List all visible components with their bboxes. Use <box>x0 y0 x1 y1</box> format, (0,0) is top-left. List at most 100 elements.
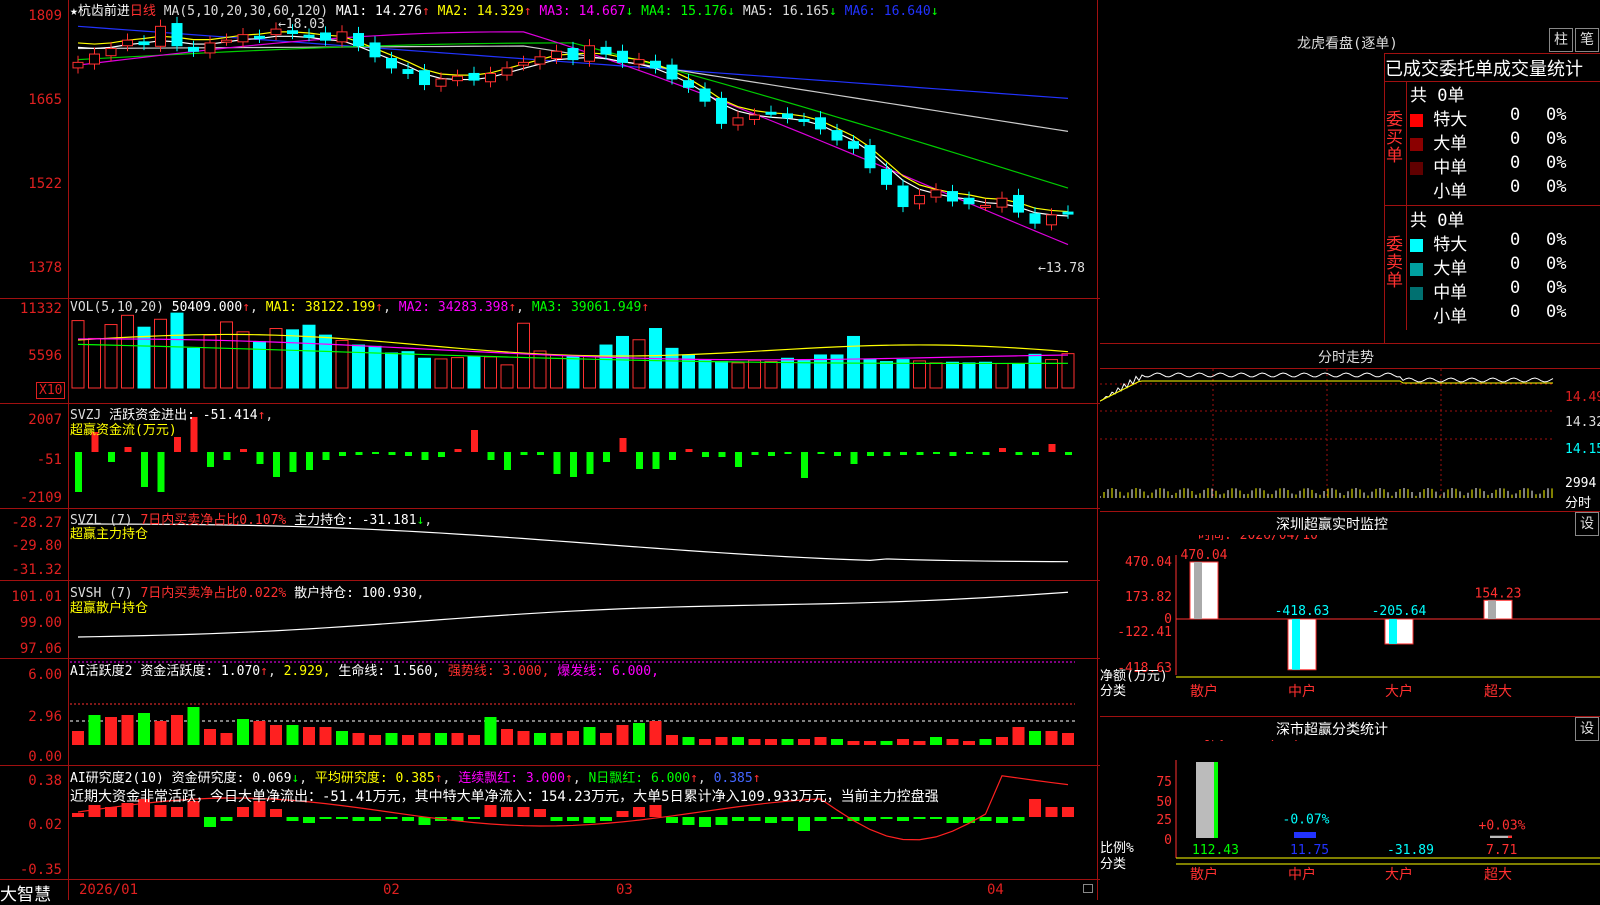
net-bar-shade <box>1194 562 1202 619</box>
research-bar <box>633 807 645 817</box>
candle <box>864 145 876 169</box>
activity-bar <box>270 725 282 745</box>
main-chart-area[interactable]: ★杭齿前进日线 MA(5,10,20,30,60,120) MA1: 14.27… <box>0 0 1100 905</box>
fundflow-bar <box>322 452 330 460</box>
order-count: 0 <box>1510 254 1521 274</box>
order-count: 0 <box>1510 302 1521 322</box>
volume-bar <box>616 335 629 389</box>
research-bar <box>748 817 761 821</box>
classify-settings-button[interactable]: 设 <box>1575 717 1599 741</box>
research-bar <box>682 817 695 825</box>
bar-value: 470.04 <box>1181 548 1228 563</box>
intraday-chart[interactable] <box>1100 369 1600 511</box>
volume-bar <box>863 359 877 389</box>
svzj-sub: 超赢资金流(万元) <box>70 423 177 438</box>
fenshi-tick: 2994 <box>1565 476 1597 491</box>
activity-bar <box>946 739 959 745</box>
order-type: 大单 <box>1433 134 1468 154</box>
bar-value: -418.63 <box>1275 604 1330 619</box>
order-count: 0 <box>1510 129 1521 149</box>
bar-mode-button[interactable]: 柱 <box>1549 28 1573 52</box>
category-label: 中户 <box>1288 866 1316 883</box>
order-row: 大单 0 0% <box>1410 254 1600 279</box>
fundflow-bar <box>933 452 940 454</box>
color-swatch <box>1410 161 1423 175</box>
ai1-strong: 强势线: 3.000, <box>447 664 550 679</box>
buy-side-label: 委买单 <box>1386 110 1403 166</box>
activity-bar <box>204 729 216 745</box>
candle <box>534 56 546 65</box>
svzj-tick: -2109 <box>19 490 62 506</box>
research-bar <box>864 817 876 821</box>
volume-bar <box>1061 353 1075 389</box>
volume-bar <box>170 312 184 389</box>
candle <box>402 69 414 74</box>
research-bar <box>204 817 216 827</box>
fundflow-bar <box>108 452 115 462</box>
activity-bar <box>171 715 183 745</box>
volume-bar <box>550 354 563 389</box>
vol-ma3: MA3: 39061.949 <box>531 300 642 315</box>
order-row: 小单 0 0% <box>1410 302 1600 327</box>
fundflow-bar <box>1048 444 1056 452</box>
fundflow-bar <box>1015 452 1023 455</box>
research-bar <box>1062 807 1074 817</box>
research-bar <box>814 817 827 821</box>
research-bar <box>319 817 332 819</box>
activity-bar <box>699 739 711 745</box>
sell-total: 共 0单 <box>1410 211 1465 231</box>
research-bar <box>1012 817 1025 821</box>
activity-bar <box>517 731 530 745</box>
fundflow-bar <box>240 449 247 452</box>
candle <box>831 130 843 141</box>
activity-bar <box>930 737 942 745</box>
candle <box>683 80 694 88</box>
research-bar <box>1045 807 1058 817</box>
tick-mode-button[interactable]: 笔 <box>1575 28 1599 52</box>
research-bar <box>567 817 579 821</box>
fundflow-bar <box>603 452 610 462</box>
ai2-continuous: 连续飘红: 3.000 <box>458 771 565 786</box>
activity-bar <box>616 725 629 745</box>
axis-tick: 173.82 <box>1125 590 1172 605</box>
order-row: 中单 0 0% <box>1410 278 1600 303</box>
activity-bar <box>666 735 678 745</box>
fundflow-bar <box>553 452 561 474</box>
activity-bar <box>484 717 497 745</box>
volume-bar <box>1012 363 1025 389</box>
candle <box>881 168 892 185</box>
research-bar <box>798 817 810 831</box>
fenshi-tick: 14.15 <box>1565 442 1600 457</box>
candle <box>171 23 183 47</box>
app-logo: 大智慧 <box>0 885 51 905</box>
ai1-value2: 2.929, <box>283 664 331 679</box>
candle <box>320 32 331 41</box>
research-bar <box>781 817 794 821</box>
ai1-label: AI活跃度2 <box>70 664 133 679</box>
fundflow-bar <box>405 452 412 456</box>
bar-value: -205.64 <box>1372 604 1427 619</box>
activity-bar <box>831 739 843 745</box>
fundflow-bar <box>718 452 726 457</box>
research-bar <box>996 817 1008 823</box>
monitor-settings-button[interactable]: 设 <box>1575 512 1599 536</box>
order-pct: 0% <box>1546 230 1567 250</box>
candle <box>1062 211 1074 215</box>
candle <box>980 204 991 208</box>
research-bar <box>831 817 843 819</box>
fundflow-bar <box>306 452 313 470</box>
candle <box>633 59 645 65</box>
volume-bar <box>715 361 728 389</box>
activity-bar <box>468 735 480 745</box>
kline-chart[interactable] <box>0 0 1100 900</box>
research-bar <box>303 817 315 823</box>
net-bar-shade <box>1292 619 1300 670</box>
vol-tick: 5596 <box>28 348 62 364</box>
order-row: 小单 0 0% <box>1410 177 1600 202</box>
fundflow-bar <box>372 452 379 454</box>
lock-icon[interactable] <box>1083 884 1093 893</box>
color-swatch <box>1410 286 1423 300</box>
fundflow-bar <box>289 452 297 472</box>
candle <box>204 42 216 54</box>
stats-tabs[interactable]: 已成交委托单成交量统计 <box>1385 55 1583 81</box>
